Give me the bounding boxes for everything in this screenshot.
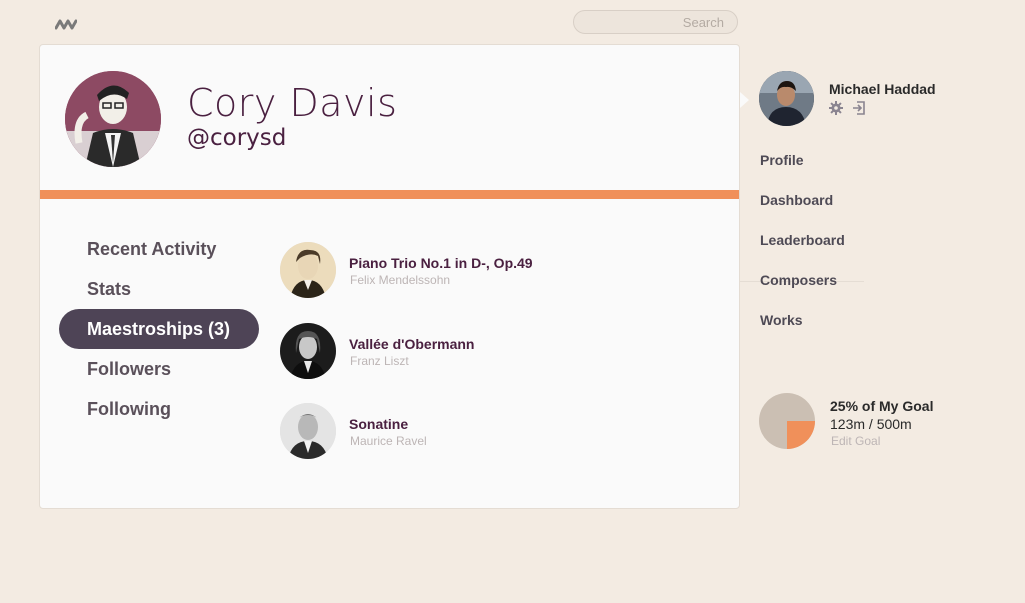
profile-name: Cory Davis	[187, 81, 398, 125]
nav-composers[interactable]: Composers	[760, 272, 837, 288]
composer-portrait	[280, 403, 336, 459]
tab-recent-activity[interactable]: Recent Activity	[59, 229, 259, 269]
profile-avatar	[65, 71, 161, 167]
goal-title: 25% of My Goal	[830, 398, 934, 414]
avatar[interactable]	[759, 71, 814, 126]
goal-progress-chart	[759, 393, 815, 449]
work-title[interactable]: Sonatine	[349, 416, 408, 432]
composer-portrait	[280, 242, 336, 298]
nav-works[interactable]: Works	[760, 312, 803, 328]
logo-icon[interactable]	[55, 17, 77, 31]
user-name: Michael Haddad	[829, 81, 936, 97]
accent-divider	[40, 190, 739, 199]
work-title[interactable]: Piano Trio No.1 in D-, Op.49	[349, 255, 533, 271]
nav-dashboard[interactable]: Dashboard	[760, 192, 833, 208]
work-title[interactable]: Vallée d'Obermann	[349, 336, 475, 352]
profile-card: Cory Davis @corysd Recent Activity Stats…	[39, 44, 740, 509]
profile-handle: @corysd	[187, 125, 287, 151]
tab-maestroships[interactable]: Maestroships (3)	[59, 309, 259, 349]
goal-progress: 123m / 500m	[830, 416, 912, 432]
goal-progress-slice	[787, 421, 815, 449]
nav-profile[interactable]: Profile	[760, 152, 804, 168]
work-composer: Felix Mendelssohn	[350, 273, 451, 287]
work-composer: Franz Liszt	[350, 354, 409, 368]
edit-goal-link[interactable]: Edit Goal	[831, 434, 880, 448]
nav-leaderboard[interactable]: Leaderboard	[760, 232, 845, 248]
tab-following[interactable]: Following	[59, 389, 259, 429]
active-pointer	[740, 92, 749, 108]
work-composer: Maurice Ravel	[350, 434, 427, 448]
composer-portrait	[280, 323, 336, 379]
tab-stats[interactable]: Stats	[59, 269, 259, 309]
gear-icon[interactable]	[829, 101, 843, 115]
tab-followers[interactable]: Followers	[59, 349, 259, 389]
search-input[interactable]	[573, 10, 738, 34]
logout-icon[interactable]	[852, 101, 866, 115]
